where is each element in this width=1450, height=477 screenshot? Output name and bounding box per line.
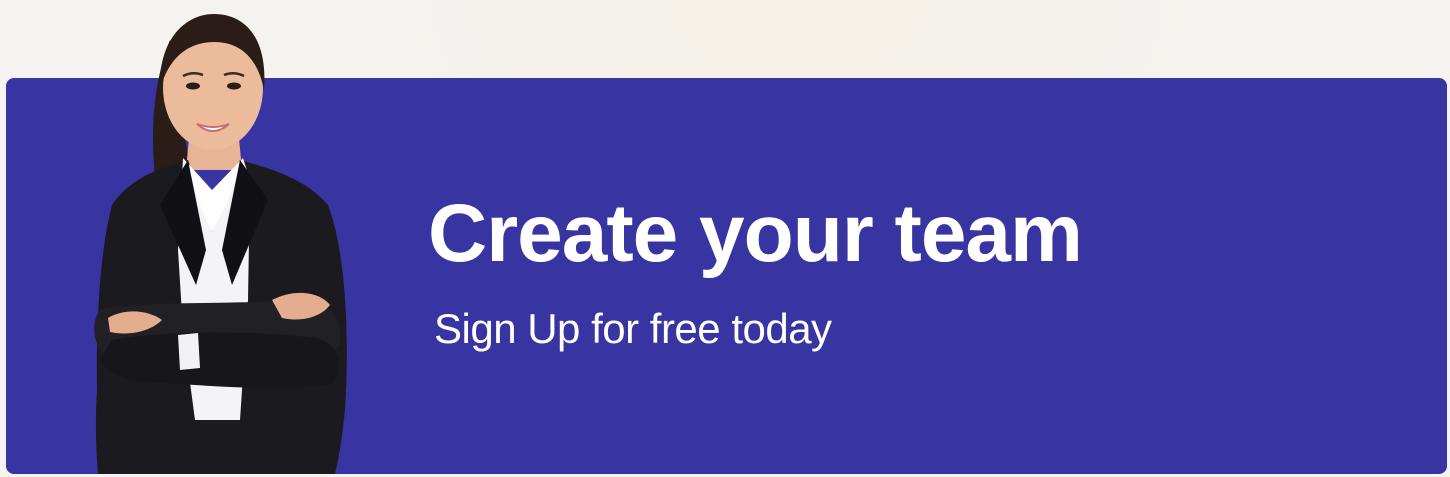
banner-title: Create your team <box>428 188 1083 279</box>
banner-subtitle[interactable]: Sign Up for free today <box>434 304 832 354</box>
page: Create your team Sign Up for free today <box>0 0 1450 477</box>
